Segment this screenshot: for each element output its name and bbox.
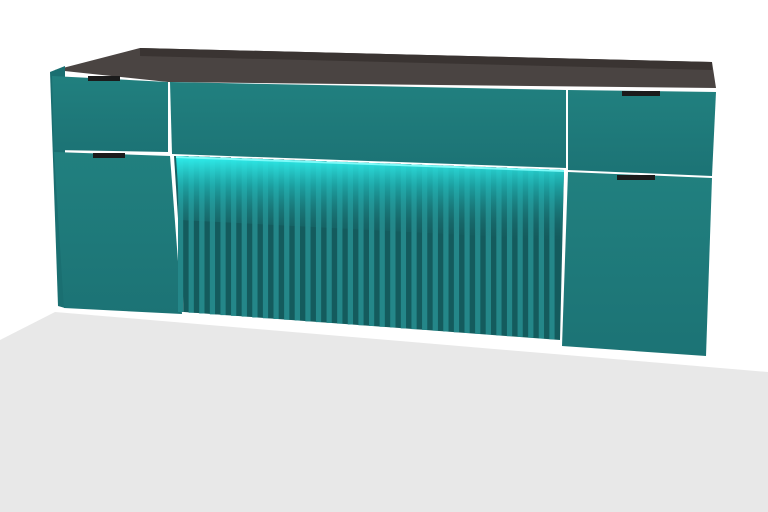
top-left-drawer[interactable] [52, 76, 168, 152]
bottom-left-door[interactable] [54, 152, 182, 314]
top-center-drawer[interactable] [170, 82, 566, 168]
bottom-right-door[interactable] [562, 172, 712, 356]
top-left-handle-icon[interactable] [88, 76, 120, 81]
bottom-left-handle-icon[interactable] [93, 153, 125, 158]
bottom-right-handle-icon[interactable] [617, 175, 655, 180]
top-right-handle-icon[interactable] [622, 91, 660, 96]
cabinet-scene [0, 48, 768, 512]
top-right-drawer[interactable] [568, 90, 716, 176]
